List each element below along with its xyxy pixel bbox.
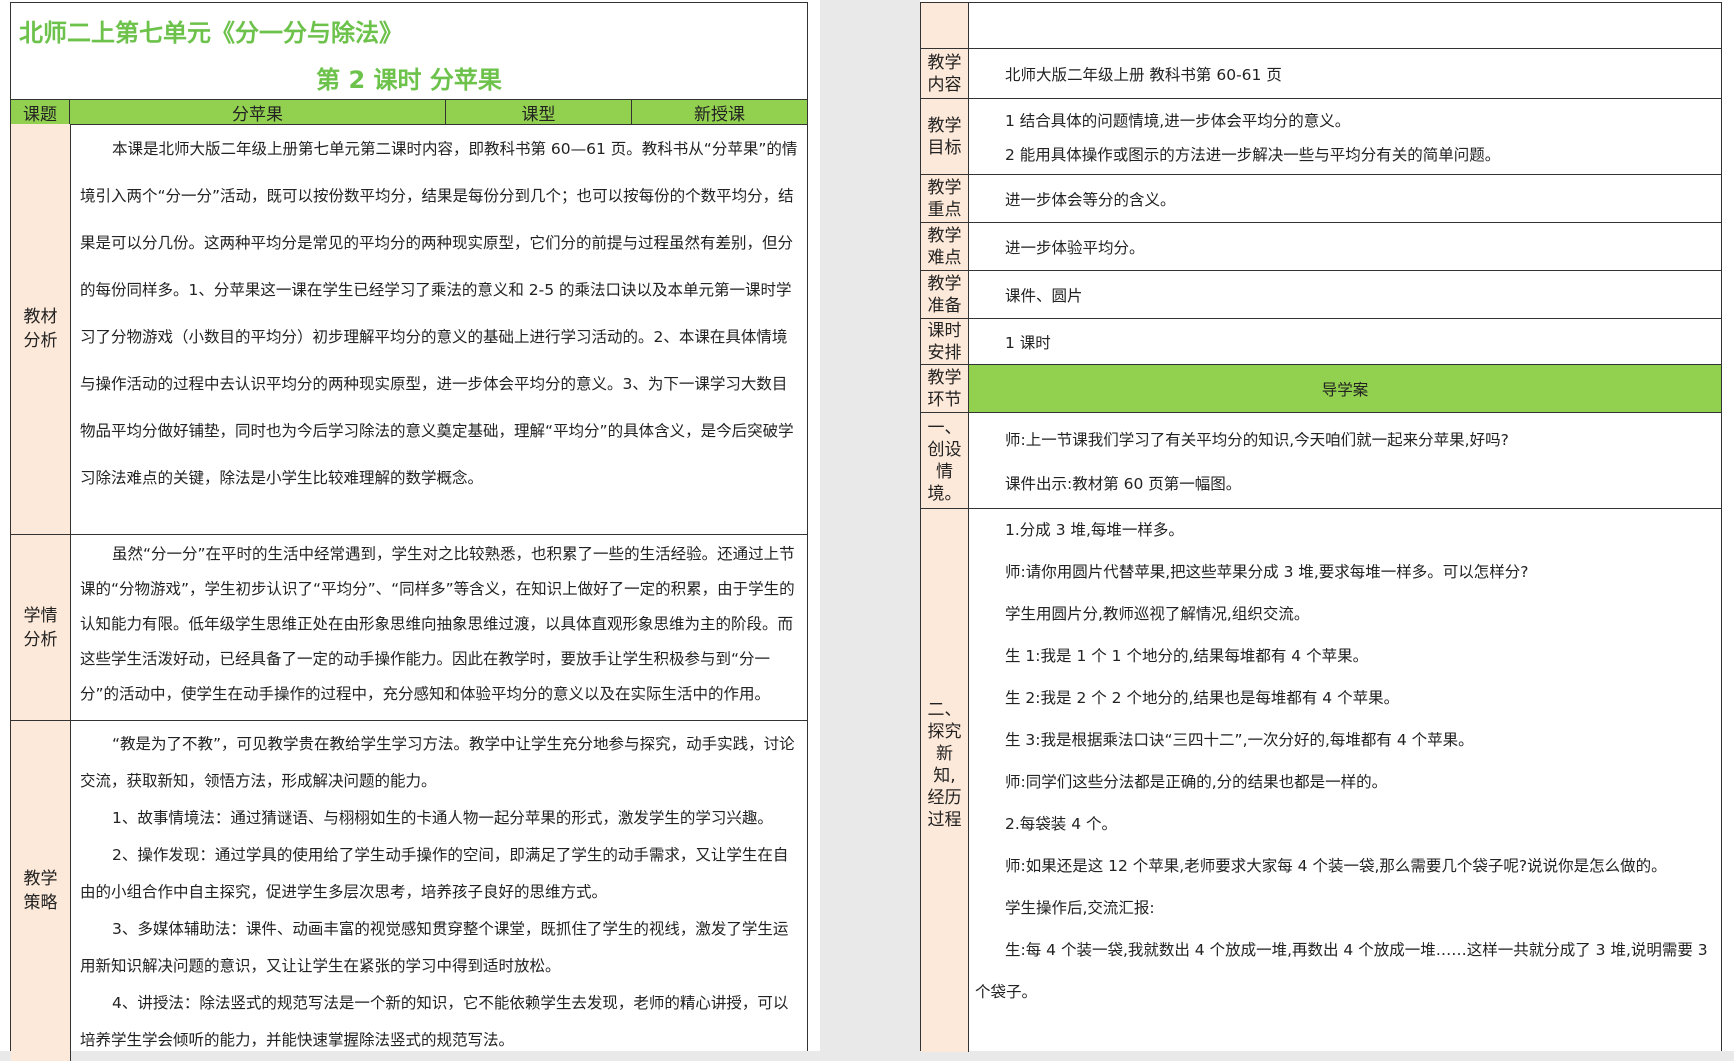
part2-line: 生 2:我是 2 个 2 个地分的,结果也是每堆都有 4 个苹果。 [1005,689,1400,707]
row-part1: 一、 创设 情 境。 师:上一节课我们学习了有关平均分的知识,今天咱们就一起来分… [921,413,1721,509]
label-teaching-content: 教学 内容 [921,49,969,98]
student-analysis-text: 虽然“分一分”在平时的生活中经常遇到，学生对之比较熟悉，也积累了一些的生活经验。… [80,545,795,703]
label-key-points: 教学 重点 [921,175,969,222]
teaching-strategy-row: 教学 策略 “教是为了不教”，可见教学贵在教给学生学习方法。教学中让学生充分地参… [11,721,807,1061]
part1-line: 课件出示:教材第 60 页第一幅图。 [1005,474,1242,493]
strategy-paragraph: 2、操作发现：通过学具的使用给了学生动手操作的空间，即满足了学生的动手需求，又让… [80,846,789,901]
type-label: 课型 [446,100,632,125]
guide-plan-title: 导学案 [969,365,1721,412]
row-teaching-goals: 教学 目标 1 结合具体的问题情境,进一步体会平均分的意义。 2 能用具体操作或… [921,99,1721,175]
student-analysis-row: 学情 分析 虽然“分一分”在平时的生活中经常遇到，学生对之比较熟悉，也积累了一些… [11,535,807,721]
document-page-left: 北师二上第七单元《分一分与除法》 第 2 课时 分苹果 课题 分苹果 课型 新授… [0,0,820,1061]
part2-line: 师:请你用圆片代替苹果,把这些苹果分成 3 堆,要求每堆一样多。可以怎样分? [1005,563,1529,581]
part2-line: 学生用圆片分,教师巡视了解情况,组织交流。 [1005,605,1310,623]
lesson-plan-table-right: 教学 内容 北师大版二年级上册 教科书第 60-61 页 教学 目标 1 结合具… [920,2,1722,1052]
goal-item: 2 能用具体操作或图示的方法进一步解决一些与平均分有关的简单问题。 [1005,145,1501,164]
row-segment-header: 教学 环节 导学案 [921,365,1721,413]
label-schedule: 课时 安排 [921,319,969,364]
label-segment: 教学 环节 [921,365,969,412]
label-teaching-goals: 教学 目标 [921,99,969,174]
difficulties-text: 进一步体验平均分。 [1005,238,1145,257]
part2-line: 2.每袋装 4 个。 [1005,815,1118,833]
part2-line: 生 3:我是根据乘法口诀“三四十二”,一次分好的,每堆都有 4 个苹果。 [1005,731,1474,749]
teaching-strategy-label: 教学 策略 [11,721,71,1061]
row-key-points: 教学 重点 进一步体会等分的含义。 [921,175,1721,223]
type-value: 新授课 [694,104,745,125]
topic-label: 课题 [11,100,70,125]
label-part2: 二、 探究 新 知, 经历 过程 [921,509,969,1052]
lesson-title: 第 2 课时 分苹果 [316,66,502,94]
key-points-text: 进一步体会等分的含义。 [1005,190,1176,209]
row-difficulties: 教学 难点 进一步体验平均分。 [921,223,1721,271]
label-difficulties: 教学 难点 [921,223,969,270]
document-title: 北师二上第七单元《分一分与除法》 [19,19,403,47]
student-analysis-label: 学情 分析 [11,535,71,720]
row-preparation: 教学 准备 课件、圆片 [921,271,1721,319]
row-part2: 二、 探究 新 知, 经历 过程 1.分成 3 堆,每堆一样多。 师:请你用圆片… [921,509,1721,1052]
label-part1: 一、 创设 情 境。 [921,413,969,508]
row-teaching-content: 教学 内容 北师大版二年级上册 教科书第 60-61 页 [921,49,1721,99]
strategy-paragraph: “教是为了不教”，可见教学贵在教给学生学习方法。教学中让学生充分地参与探究，动手… [80,735,795,790]
teaching-content-text: 北师大版二年级上册 教科书第 60-61 页 [1005,65,1282,84]
part2-line: 1.分成 3 堆,每堆一样多。 [1005,521,1184,539]
material-analysis-text: 本课是北师大版二年级上册第七单元第二课时内容，即教科书第 60—61 页。教科书… [80,140,798,487]
strategy-paragraph: 3、多媒体辅助法：课件、动画丰富的视觉感知贯穿整个课堂，既抓住了学生的视线，激发… [80,920,789,975]
part1-line: 师:上一节课我们学习了有关平均分的知识,今天咱们就一起来分苹果,好吗? [1005,430,1509,449]
row-schedule: 课时 安排 1 课时 [921,319,1721,365]
part2-line: 个袋子。 [975,983,1038,1001]
label-preparation: 教学 准备 [921,271,969,318]
part2-line: 师:同学们这些分法都是正确的,分的结果也都是一样的。 [1005,773,1388,791]
part2-line: 师:如果还是这 12 个苹果,老师要求大家每 4 个装一袋,那么需要几个袋子呢?… [1005,857,1667,875]
topic-value: 分苹果 [70,100,446,125]
header-row: 课题 分苹果 课型 新授课 [11,99,807,125]
material-analysis-row: 教材 分析 本课是北师大版二年级上册第七单元第二课时内容，即教科书第 60—61… [11,124,807,535]
material-analysis-label: 教材 分析 [11,124,71,534]
schedule-text: 1 课时 [1005,333,1051,352]
part2-line: 生 1:我是 1 个 1 个地分的,结果每堆都有 4 个苹果。 [1005,647,1369,665]
strategy-paragraph: 1、故事情境法：通过猜谜语、与栩栩如生的卡通人物一起分苹果的形式，激发学生的学习… [112,809,773,827]
part2-line: 生:每 4 个装一袋,我就数出 4 个放成一堆,再数出 4 个放成一堆……这样一… [1005,941,1708,959]
part2-line: 学生操作后,交流汇报: [1005,899,1155,917]
strategy-paragraph: 4、讲授法：除法竖式的规范写法是一个新的知识，它不能依赖学生去发现，老师的精心讲… [80,994,789,1049]
document-page-right: 教学 内容 北师大版二年级上册 教科书第 60-61 页 教学 目标 1 结合具… [920,0,1734,1052]
empty-top-row [921,3,1721,49]
preparation-text: 课件、圆片 [1005,286,1083,305]
goal-item: 1 结合具体的问题情境,进一步体会平均分的意义。 [1005,111,1351,130]
lesson-plan-table-left: 北师二上第七单元《分一分与除法》 第 2 课时 分苹果 课题 分苹果 课型 新授… [10,2,808,1061]
